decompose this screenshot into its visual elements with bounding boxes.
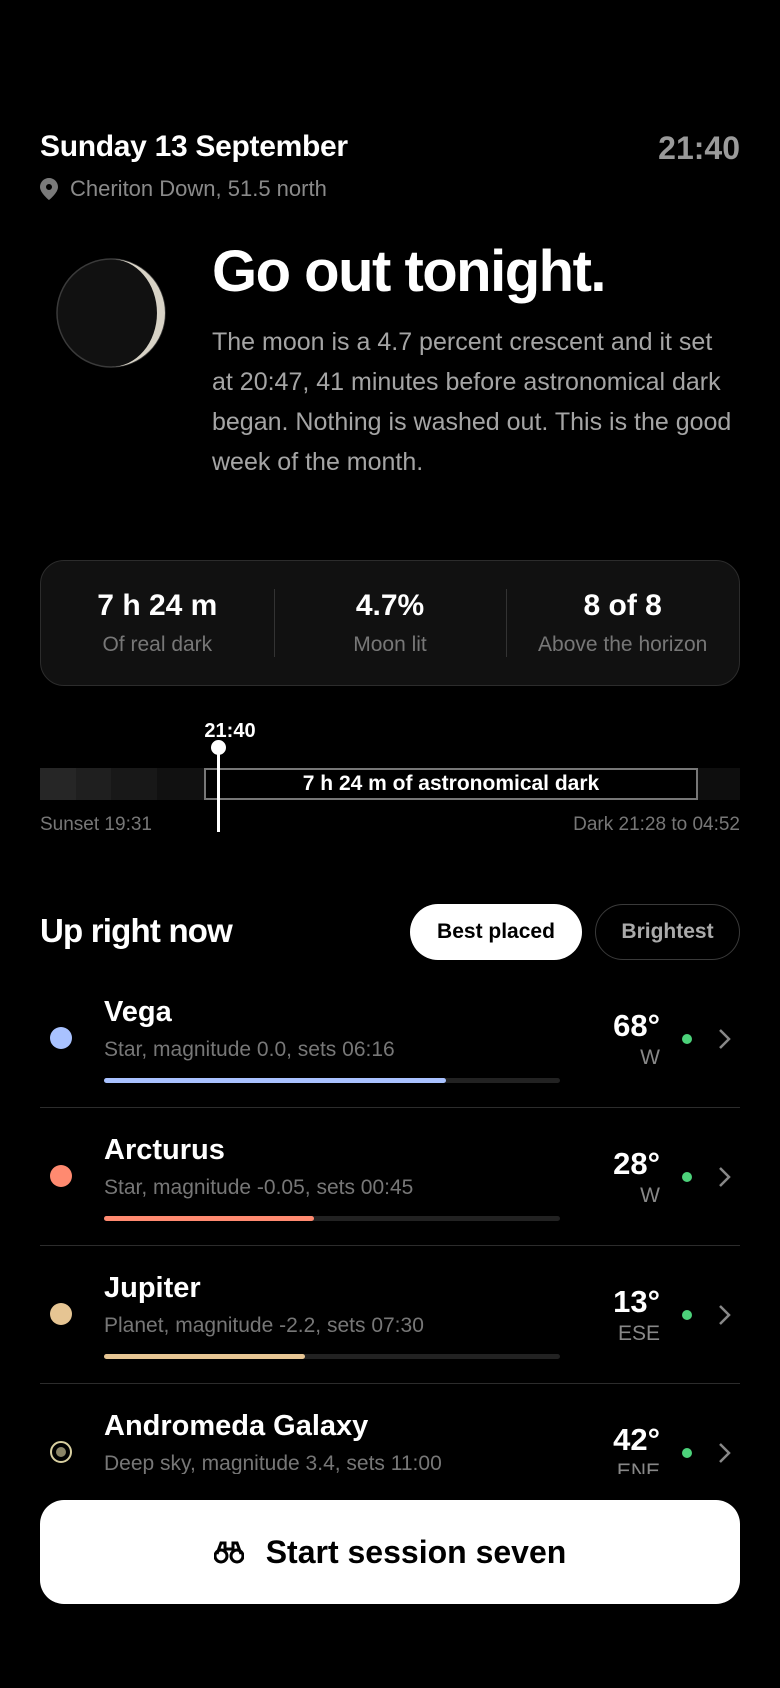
hero: Go out tonight. The moon is a 4.7 percen… <box>40 240 740 482</box>
object-detail: Star, magnitude -0.05, sets 00:45 <box>104 1176 414 1199</box>
now-marker-handle[interactable] <box>211 740 226 755</box>
section-header: Up right now Best placed Brightest <box>40 904 740 960</box>
object-altitude: 42° <box>613 1422 660 1457</box>
stat-value: 8 of 8 <box>583 589 662 622</box>
chevron-right-icon <box>719 1443 731 1463</box>
altitude-fill <box>104 1078 446 1083</box>
stat-moon: 4.7% Moon lit <box>273 561 507 685</box>
stat-label: Of real dark <box>102 633 213 656</box>
start-session-label: Start session seven <box>265 1533 567 1570</box>
object-name: Jupiter <box>104 1272 201 1304</box>
object-color-dot <box>50 1027 72 1049</box>
objects-list[interactable]: Vega Star, magnitude 0.0, sets 06:16 68°… <box>40 970 740 1474</box>
chevron-right-icon <box>719 1167 731 1187</box>
object-name: Andromeda Galaxy <box>104 1410 369 1442</box>
twilight-segment <box>40 768 76 800</box>
twilight-segment <box>76 768 111 800</box>
object-row[interactable]: Vega Star, magnitude 0.0, sets 06:16 68°… <box>40 970 740 1108</box>
chevron-right-icon <box>719 1305 731 1325</box>
object-row[interactable]: Andromeda Galaxy Deep sky, magnitude 3.4… <box>40 1384 740 1474</box>
object-row[interactable]: Arcturus Star, magnitude -0.05, sets 00:… <box>40 1108 740 1246</box>
object-direction: ENE <box>616 1460 660 1474</box>
object-color-dot <box>50 1303 72 1325</box>
visible-status-dot <box>682 1172 692 1182</box>
object-color-dot <box>50 1165 72 1187</box>
moon-phase-icon <box>56 258 166 368</box>
sunset-label: Sunset 19:31 <box>40 814 152 835</box>
location-row[interactable]: Cheriton Down, 51.5 north <box>40 176 740 202</box>
object-altitude: 13° <box>613 1284 660 1319</box>
object-direction: ESE <box>617 1322 660 1345</box>
altitude-track <box>104 1078 560 1083</box>
night-timeline[interactable]: 21:40 7 h 24 m of astronomical dark Suns… <box>40 720 740 840</box>
filter-best-placed[interactable]: Best placed <box>410 904 582 960</box>
object-altitude: 28° <box>613 1146 660 1181</box>
stat-horizon: 8 of 8 Above the horizon <box>506 561 739 685</box>
object-row[interactable]: Jupiter Planet, magnitude -2.2, sets 07:… <box>40 1246 740 1384</box>
visible-status-dot <box>682 1034 692 1044</box>
altitude-track <box>104 1216 560 1221</box>
visible-status-dot <box>682 1448 692 1458</box>
stat-dark: 7 h 24 m Of real dark <box>41 561 274 685</box>
object-detail: Planet, magnitude -2.2, sets 07:30 <box>104 1314 424 1337</box>
object-altitude: 68° <box>613 1008 660 1043</box>
dark-window: 7 h 24 m of astronomical dark <box>204 768 698 800</box>
date-label: Sunday 13 September <box>40 130 348 163</box>
altitude-fill <box>104 1216 314 1221</box>
stat-label: Moon lit <box>353 633 427 656</box>
twilight-segment <box>157 768 204 800</box>
verdict-title: Go out tonight. <box>212 239 607 304</box>
visible-status-dot <box>682 1310 692 1320</box>
altitude-track <box>104 1354 560 1359</box>
altitude-fill <box>104 1354 305 1359</box>
verdict-text: The moon is a 4.7 percent crescent and i… <box>212 327 732 476</box>
object-detail: Star, magnitude 0.0, sets 06:16 <box>104 1038 395 1061</box>
section-title: Up right now <box>40 912 233 949</box>
location-pin-icon <box>40 178 58 200</box>
now-marker[interactable] <box>217 742 220 832</box>
dark-range-label: Dark 21:28 to 04:52 <box>573 814 740 835</box>
stat-value: 7 h 24 m <box>97 589 218 622</box>
stat-label: Above the horizon <box>538 633 708 656</box>
object-name: Arcturus <box>104 1134 225 1166</box>
twilight-segment <box>111 768 157 800</box>
stats-card: 7 h 24 m Of real dark 4.7% Moon lit 8 of… <box>40 560 740 686</box>
header: Sunday 13 September 21:40 Cheriton Down,… <box>40 130 740 202</box>
location-label: Cheriton Down, 51.5 north <box>70 176 327 201</box>
timeline-now-label: 21:40 <box>204 720 256 742</box>
deep-sky-target-icon <box>50 1441 72 1463</box>
object-detail: Deep sky, magnitude 3.4, sets 11:00 <box>104 1452 442 1474</box>
object-direction: W <box>640 1046 660 1069</box>
object-name: Vega <box>104 996 172 1028</box>
stat-value: 4.7% <box>355 589 425 622</box>
chevron-right-icon <box>719 1029 731 1049</box>
binoculars-icon <box>213 1541 244 1564</box>
start-session-button[interactable]: Start session seven <box>40 1500 740 1604</box>
current-time: 21:40 <box>658 130 740 166</box>
filter-brightest[interactable]: Brightest <box>595 904 740 960</box>
object-direction: W <box>640 1184 660 1207</box>
